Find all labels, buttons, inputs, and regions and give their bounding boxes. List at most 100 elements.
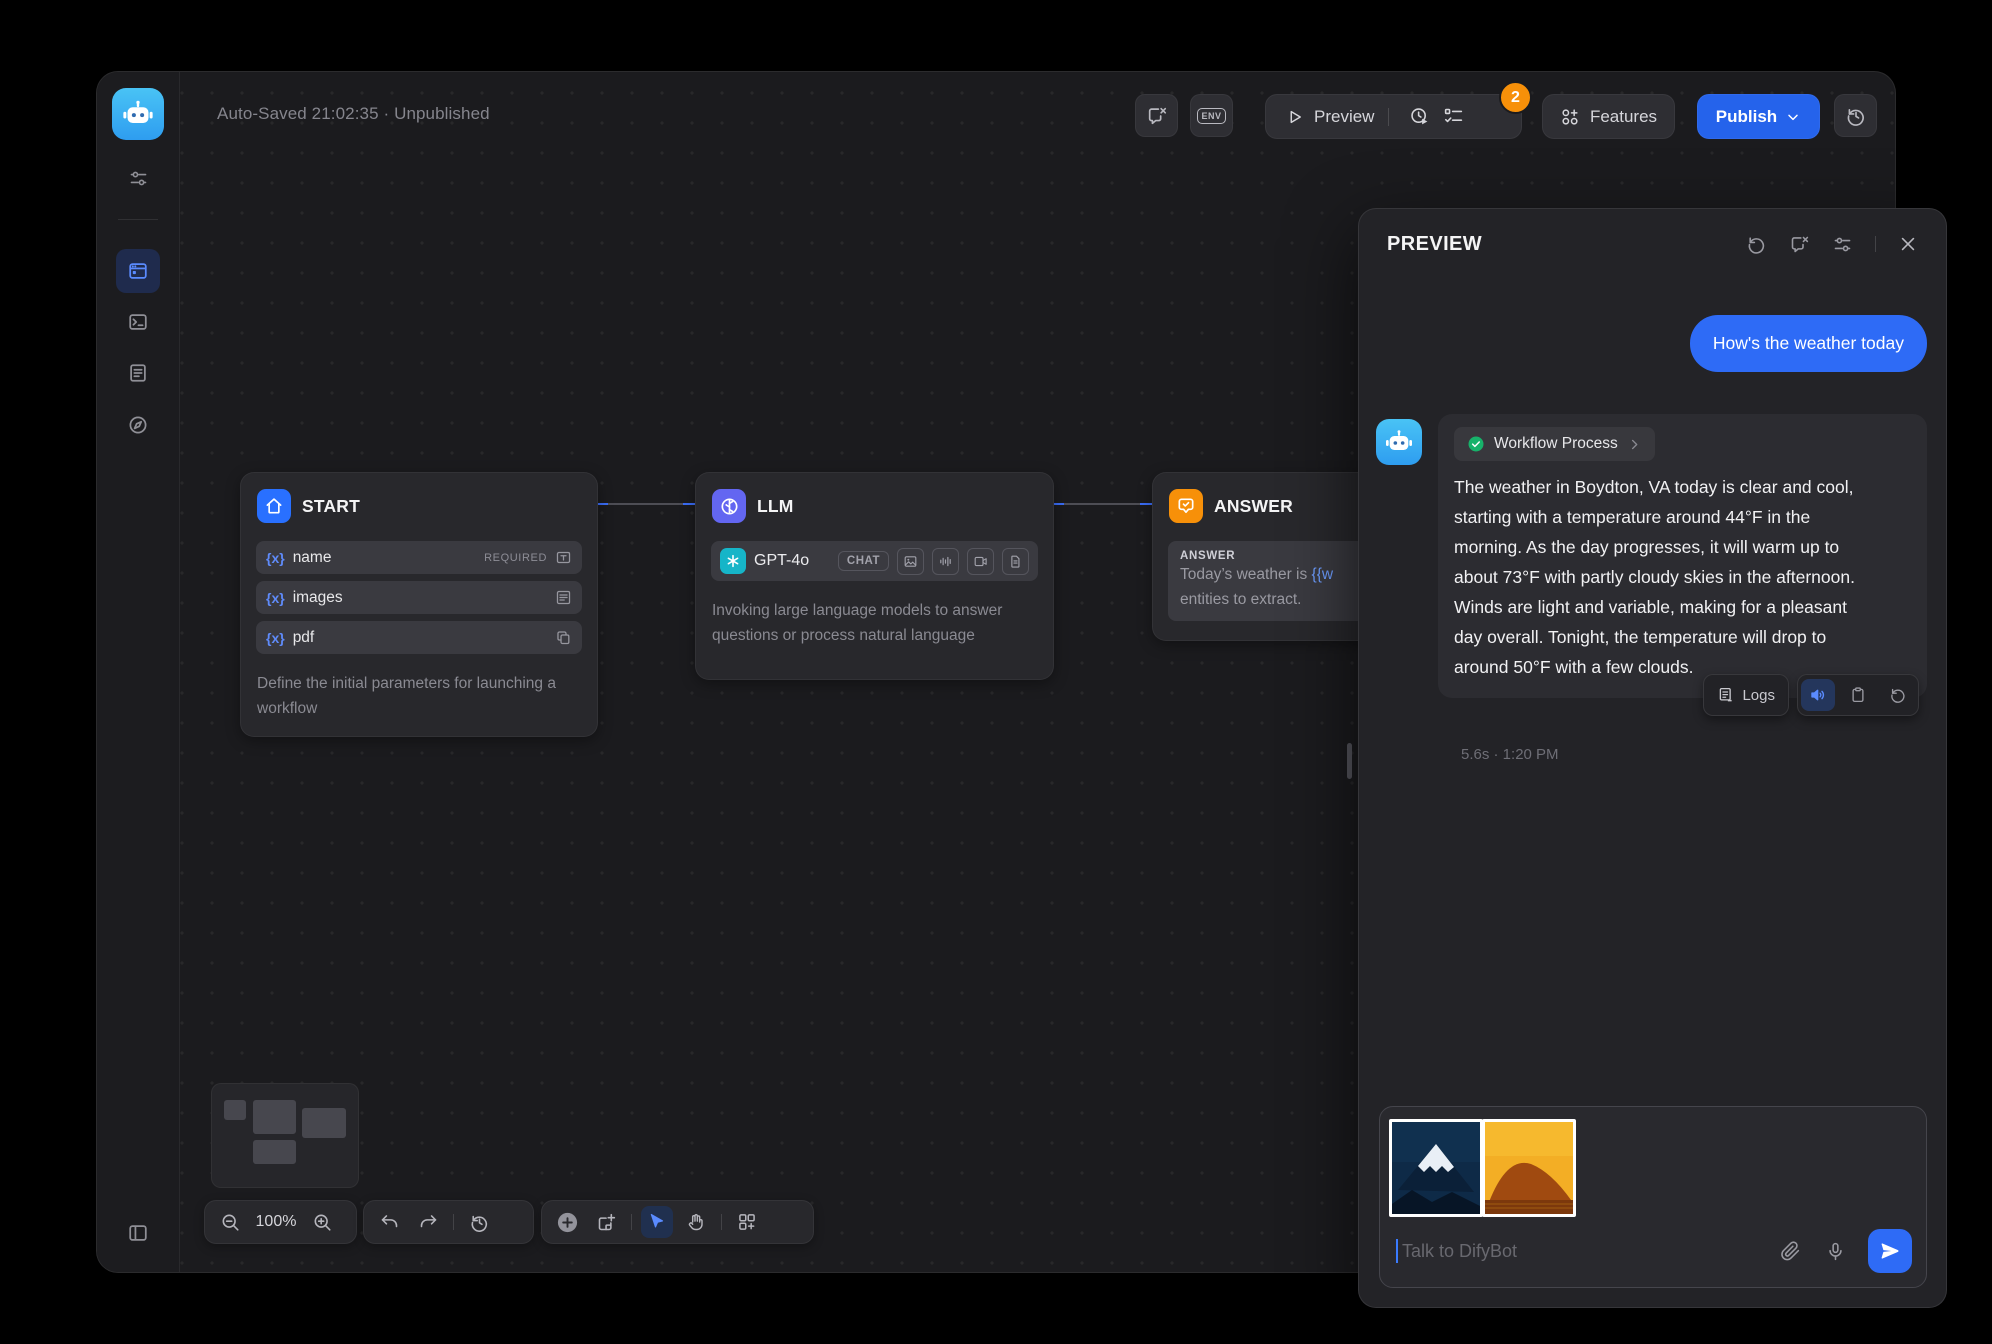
document-capability-icon bbox=[1002, 548, 1029, 575]
workflow-process-toggle[interactable]: Workflow Process bbox=[1454, 427, 1655, 461]
edge-llm-answer bbox=[1052, 503, 1152, 505]
chat-input-container bbox=[1379, 1106, 1927, 1288]
compass-icon bbox=[127, 414, 149, 436]
sliders-icon bbox=[1832, 234, 1853, 255]
sidebar-item-terminal[interactable] bbox=[116, 300, 160, 344]
model-selector[interactable]: GPT-4o CHAT bbox=[711, 541, 1038, 581]
run-history-button[interactable] bbox=[1403, 101, 1435, 133]
hand-mode-button[interactable] bbox=[680, 1206, 712, 1238]
auto-layout-button[interactable] bbox=[731, 1206, 763, 1238]
checklist-badge: 2 bbox=[1499, 81, 1532, 114]
logs-button[interactable]: Logs bbox=[1703, 674, 1789, 716]
copy-button[interactable] bbox=[1841, 679, 1875, 711]
regenerate-button[interactable] bbox=[1881, 679, 1915, 711]
paperclip-icon bbox=[1780, 1241, 1801, 1262]
node-llm[interactable]: LLM GPT-4o CHAT Invoking large language … bbox=[695, 472, 1054, 680]
workflow-settings-button[interactable] bbox=[116, 156, 160, 200]
send-icon bbox=[1879, 1240, 1901, 1262]
bot-message-card: Workflow Process The weather in Boydton,… bbox=[1438, 414, 1927, 698]
attached-image-fuji[interactable] bbox=[1389, 1119, 1483, 1217]
bot-avatar bbox=[1376, 419, 1422, 465]
zoom-toolbar: 100% bbox=[204, 1200, 357, 1244]
close-preview-button[interactable] bbox=[1898, 234, 1918, 254]
window-icon bbox=[127, 260, 149, 282]
variable-icon: {x} bbox=[266, 590, 285, 606]
panel-resize-handle[interactable] bbox=[1347, 743, 1352, 779]
vision-capability-icon bbox=[897, 548, 924, 575]
preview-run-button[interactable]: Preview bbox=[1266, 107, 1374, 127]
run-group: Preview 2 bbox=[1265, 94, 1522, 139]
node-start[interactable]: START {x} name REQUIRED {x} images {x} p… bbox=[240, 472, 598, 737]
start-variable-row[interactable]: {x} pdf bbox=[256, 621, 582, 654]
redo-button[interactable] bbox=[412, 1206, 444, 1238]
text-caret bbox=[1396, 1239, 1398, 1263]
voice-input-button[interactable] bbox=[1825, 1241, 1846, 1262]
sidebar-item-monitoring[interactable] bbox=[116, 403, 160, 447]
zoom-out-icon bbox=[220, 1212, 241, 1233]
zoom-in-icon bbox=[312, 1212, 333, 1233]
files-icon bbox=[555, 629, 572, 646]
undo-icon bbox=[379, 1212, 400, 1233]
add-node-button[interactable] bbox=[551, 1206, 583, 1238]
message-actions bbox=[1797, 674, 1919, 716]
control-toolbar bbox=[541, 1200, 814, 1244]
variable-icon: {x} bbox=[266, 630, 285, 646]
document-list-icon bbox=[127, 362, 149, 384]
text-input-icon bbox=[555, 549, 572, 566]
env-variables-button[interactable]: ENV bbox=[1190, 94, 1233, 137]
sidebar bbox=[97, 72, 180, 1272]
conversation-note-button[interactable] bbox=[1789, 234, 1810, 255]
preview-title: PREVIEW bbox=[1387, 233, 1724, 256]
version-history-button[interactable] bbox=[1834, 94, 1877, 137]
attach-file-button[interactable] bbox=[1780, 1241, 1801, 1262]
collapse-sidebar-button[interactable] bbox=[116, 1211, 160, 1255]
terminal-icon bbox=[127, 311, 149, 333]
home-icon bbox=[257, 489, 291, 523]
text-to-speech-button[interactable] bbox=[1801, 679, 1835, 711]
node-title: LLM bbox=[757, 496, 794, 517]
required-tag: REQUIRED bbox=[484, 552, 547, 564]
send-button[interactable] bbox=[1868, 1229, 1912, 1273]
refresh-icon bbox=[1889, 686, 1907, 704]
minimap[interactable] bbox=[211, 1083, 359, 1188]
change-history-button[interactable] bbox=[463, 1206, 495, 1238]
history-icon bbox=[469, 1212, 490, 1233]
node-title: START bbox=[302, 496, 360, 517]
restart-conversation-button[interactable] bbox=[1746, 234, 1767, 255]
start-variable-row[interactable]: {x} name REQUIRED bbox=[256, 541, 582, 574]
chevron-down-icon bbox=[1785, 109, 1801, 125]
paragraph-icon bbox=[555, 589, 572, 606]
attached-image-sunset[interactable] bbox=[1482, 1119, 1576, 1217]
cursor-icon bbox=[647, 1212, 667, 1232]
preview-settings-button[interactable] bbox=[1832, 234, 1853, 255]
chat-input[interactable] bbox=[1400, 1240, 1768, 1263]
answer-bubble-icon bbox=[1169, 489, 1203, 523]
sidebar-item-orchestrate[interactable] bbox=[116, 249, 160, 293]
add-note-button[interactable] bbox=[590, 1206, 622, 1238]
publish-button[interactable]: Publish bbox=[1697, 94, 1820, 139]
variable-icon: {x} bbox=[266, 550, 285, 566]
bot-answer-text: The weather in Boydton, VA today is clea… bbox=[1454, 472, 1878, 682]
checklist-button[interactable] bbox=[1437, 101, 1469, 133]
start-variable-row[interactable]: {x} images bbox=[256, 581, 582, 614]
sidebar-item-logs[interactable] bbox=[116, 351, 160, 395]
zoom-in-button[interactable] bbox=[306, 1206, 338, 1238]
divider bbox=[1875, 236, 1876, 252]
template-variable: {{w bbox=[1312, 566, 1334, 583]
zoom-out-button[interactable] bbox=[214, 1206, 246, 1238]
hand-icon bbox=[686, 1212, 706, 1232]
pointer-mode-button[interactable] bbox=[641, 1206, 673, 1238]
refresh-icon bbox=[1746, 234, 1767, 255]
zoom-level[interactable]: 100% bbox=[253, 1213, 299, 1231]
preview-panel: PREVIEW How's the weather today Workflow… bbox=[1358, 208, 1947, 1308]
robot-icon bbox=[120, 96, 156, 132]
add-note-chat-button[interactable] bbox=[1135, 94, 1178, 137]
autosave-status: Auto-Saved 21:02:35 · Unpublished bbox=[217, 104, 490, 124]
llm-brain-icon bbox=[712, 489, 746, 523]
chat-mode-badge: CHAT bbox=[838, 551, 889, 571]
edge-start-llm bbox=[596, 503, 695, 505]
app-logo[interactable] bbox=[112, 88, 164, 140]
undo-button[interactable] bbox=[373, 1206, 405, 1238]
divider bbox=[1388, 108, 1389, 126]
features-button[interactable]: Features bbox=[1542, 94, 1675, 139]
